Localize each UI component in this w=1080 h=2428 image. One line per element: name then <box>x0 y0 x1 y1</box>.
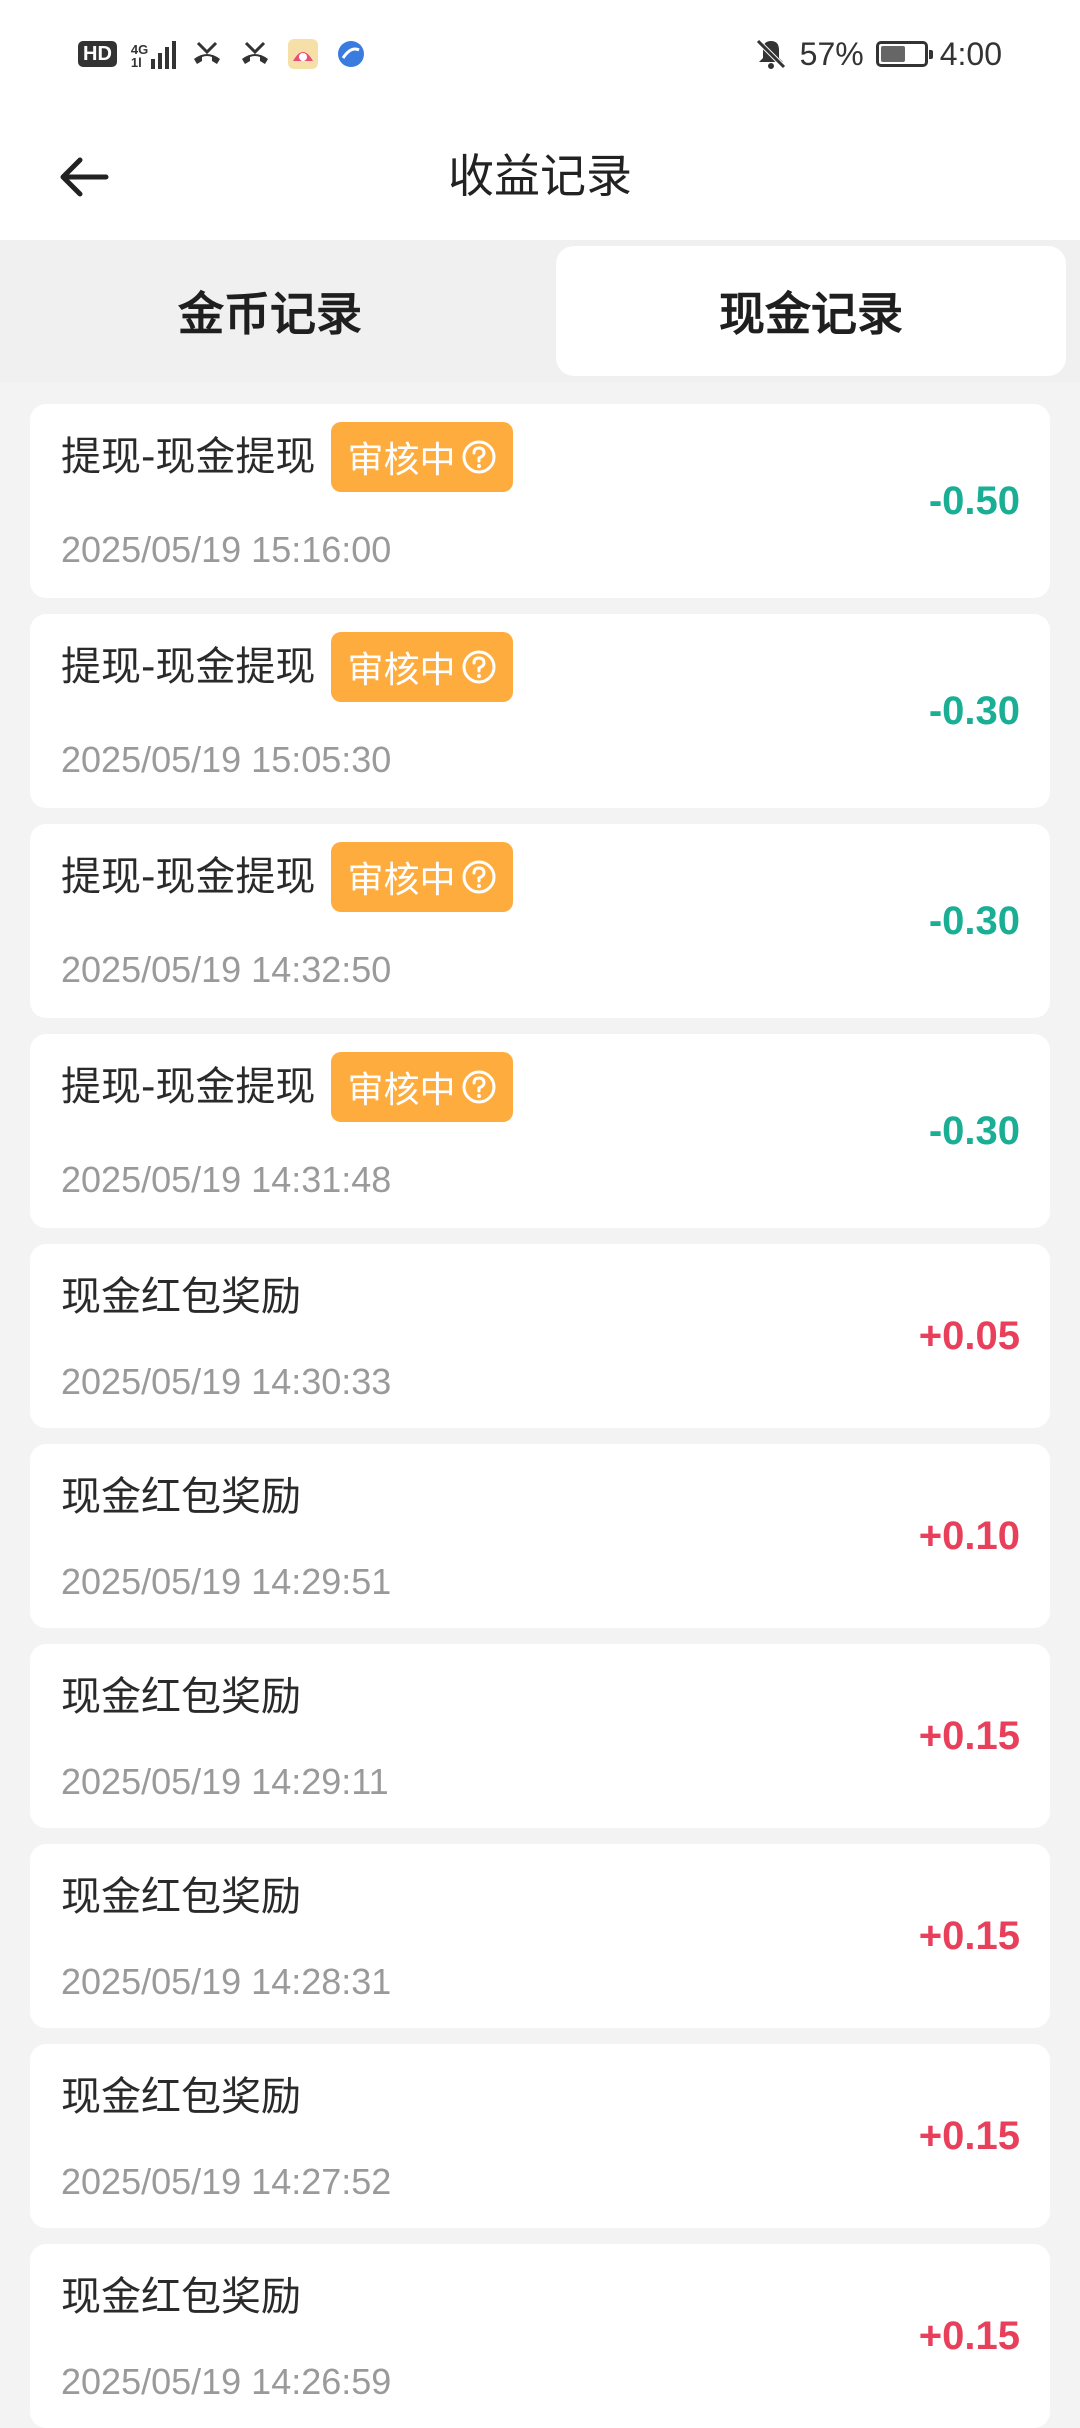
help-icon <box>462 860 496 894</box>
status-bar: HD 4G 1l 57% 4:00 <box>0 0 1080 110</box>
status-badge[interactable]: 审核中 <box>331 632 514 702</box>
tab-cash-record[interactable]: 现金记录 <box>556 246 1066 376</box>
record-amount: +0.15 <box>918 1714 1020 1758</box>
signal-icon: 4G 1l <box>130 39 177 70</box>
record-amount: -0.50 <box>928 479 1020 523</box>
record-item[interactable]: 提现-现金提现 审核中 2025/05/19 14:32:50 -0.30 <box>30 824 1050 1018</box>
record-amount: +0.05 <box>918 1314 1020 1358</box>
record-item[interactable]: 现金红包奖励 2025/05/19 14:29:51 +0.10 <box>30 1444 1050 1628</box>
record-title: 现金红包奖励 <box>61 2274 301 2320</box>
record-item[interactable]: 提现-现金提现 审核中 2025/05/19 15:16:00 -0.50 <box>30 404 1050 598</box>
record-title-row: 现金红包奖励 <box>61 1262 301 1332</box>
hd-icon: HD <box>78 41 117 67</box>
status-badge-label: 审核中 <box>347 650 456 691</box>
status-badge-label: 审核中 <box>347 440 456 481</box>
record-title: 提现-现金提现 <box>61 854 316 900</box>
tab-bar: 金币记录 现金记录 <box>0 240 1080 382</box>
record-title-row: 提现-现金提现 审核中 <box>61 422 514 492</box>
record-time: 2025/05/19 14:29:51 <box>61 1561 392 1602</box>
record-title-row: 现金红包奖励 <box>61 1662 301 1732</box>
status-badge[interactable]: 审核中 <box>331 1052 514 1122</box>
record-item[interactable]: 现金红包奖励 2025/05/19 14:30:33 +0.05 <box>30 1244 1050 1428</box>
page-title: 收益记录 <box>448 149 632 203</box>
record-title: 现金红包奖励 <box>61 2074 301 2120</box>
record-time: 2025/05/19 14:29:11 <box>61 1761 389 1802</box>
record-amount: +0.15 <box>918 1914 1020 1958</box>
record-title-row: 现金红包奖励 <box>61 2062 301 2132</box>
network-activity-label: 1l <box>130 55 142 70</box>
record-item[interactable]: 现金红包奖励 2025/05/19 14:28:31 +0.15 <box>30 1844 1050 2028</box>
missed-call-icon <box>194 41 221 64</box>
status-badge[interactable]: 审核中 <box>331 422 514 492</box>
record-title: 提现-现金提现 <box>61 1064 316 1110</box>
clock: 4:00 <box>939 35 1002 72</box>
record-title-row: 现金红包奖励 <box>61 1862 301 1932</box>
record-title-row: 现金红包奖励 <box>61 1462 301 1532</box>
record-title-row: 提现-现金提现 审核中 <box>61 632 514 702</box>
record-title: 现金红包奖励 <box>61 1274 301 1320</box>
record-amount: -0.30 <box>928 899 1020 943</box>
record-title: 现金红包奖励 <box>61 1874 301 1920</box>
record-title: 现金红包奖励 <box>61 1474 301 1520</box>
battery-level-fill <box>880 46 905 62</box>
battery-percentage: 57% <box>799 35 864 72</box>
record-amount: +0.15 <box>918 2314 1020 2358</box>
record-amount: -0.30 <box>928 689 1020 733</box>
record-time: 2025/05/19 14:30:33 <box>61 1361 392 1402</box>
record-title: 提现-现金提现 <box>61 644 316 690</box>
record-time: 2025/05/19 14:27:52 <box>61 2161 392 2202</box>
help-icon <box>462 440 496 474</box>
app-icon <box>288 39 319 69</box>
tab-gold-record[interactable]: 金币记录 <box>0 246 540 376</box>
record-title: 现金红包奖励 <box>61 1674 301 1720</box>
mute-notification-icon <box>755 39 786 69</box>
record-amount: -0.30 <box>928 1109 1020 1153</box>
record-amount: +0.10 <box>918 1514 1020 1558</box>
record-time: 2025/05/19 14:28:31 <box>61 1961 392 2002</box>
record-time: 2025/05/19 15:05:30 <box>61 739 392 780</box>
help-icon <box>462 1070 496 1104</box>
record-time: 2025/05/19 14:31:48 <box>61 1159 392 1200</box>
record-item[interactable]: 现金红包奖励 2025/05/19 14:26:59 +0.15 <box>30 2244 1050 2428</box>
status-bar-left: HD 4G 1l <box>78 36 368 72</box>
status-bar-right: 57% 4:00 <box>754 32 1002 76</box>
record-time: 2025/05/19 14:32:50 <box>61 949 392 990</box>
help-icon <box>462 650 496 684</box>
app-icon <box>338 41 365 67</box>
battery-icon <box>875 41 933 67</box>
record-item[interactable]: 现金红包奖励 2025/05/19 14:29:11 +0.15 <box>30 1644 1050 1828</box>
record-item[interactable]: 提现-现金提现 审核中 2025/05/19 15:05:30 -0.30 <box>30 614 1050 808</box>
header: 收益记录 <box>0 110 1080 240</box>
record-item[interactable]: 现金红包奖励 2025/05/19 14:27:52 +0.15 <box>30 2044 1050 2228</box>
status-badge-label: 审核中 <box>347 1070 456 1111</box>
missed-call-icon <box>242 41 269 64</box>
record-item[interactable]: 提现-现金提现 审核中 2025/05/19 14:31:48 -0.30 <box>30 1034 1050 1228</box>
status-badge-label: 审核中 <box>347 860 456 901</box>
record-time: 2025/05/19 15:16:00 <box>61 529 392 570</box>
record-title-row: 提现-现金提现 审核中 <box>61 842 514 912</box>
record-title: 提现-现金提现 <box>61 434 316 480</box>
status-badge[interactable]: 审核中 <box>331 842 514 912</box>
record-title-row: 现金红包奖励 <box>61 2262 301 2332</box>
record-title-row: 提现-现金提现 审核中 <box>61 1052 514 1122</box>
record-time: 2025/05/19 14:26:59 <box>61 2361 392 2402</box>
record-amount: +0.15 <box>918 2114 1020 2158</box>
